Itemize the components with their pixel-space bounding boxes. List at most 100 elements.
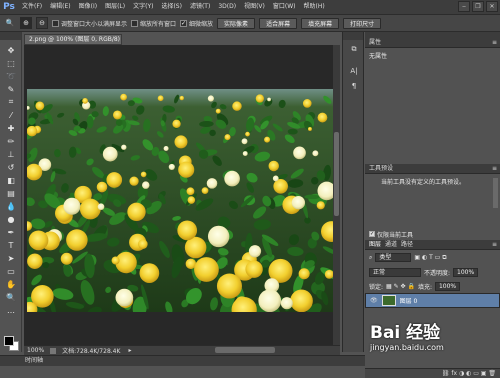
dodge-tool-icon[interactable]: ● (4, 213, 18, 225)
layer-row[interactable]: 👁 图层 0 (365, 293, 500, 308)
brush-tool-icon[interactable]: ✏ (4, 135, 18, 147)
fit-screen-button[interactable]: 适合屏幕 (259, 17, 298, 29)
menu-bar: Ps 文件(F) 编辑(E) 图像(I) 图层(L) 文字(Y) 选择(S) 滤镜(T) 3D… (0, 0, 500, 14)
menu-item[interactable]: 文字(Y) (129, 0, 157, 14)
foreground-color-swatch[interactable] (4, 336, 14, 346)
crop-tool-icon[interactable]: ⌗ (4, 96, 18, 108)
panel-menu-icon[interactable]: ≡ (492, 38, 497, 47)
layer-name[interactable]: 图层 0 (400, 296, 418, 305)
fill-input[interactable]: 100% (434, 281, 461, 291)
resize-windows-checkbox[interactable]: 调整窗口大小以满屏显示 (52, 19, 127, 28)
zoom-tool-preset-icon[interactable]: 🔍 (4, 17, 16, 29)
shape-tool-icon[interactable]: ▭ (4, 265, 18, 277)
pen-tool-icon[interactable]: ✒ (4, 226, 18, 238)
vertical-scrollbar-thumb[interactable] (334, 132, 339, 216)
blend-mode-select[interactable]: 正常 (369, 267, 421, 277)
minimize-button[interactable]: ‒ (458, 1, 470, 12)
visibility-eye-icon[interactable]: 👁 (370, 297, 378, 304)
layer-filter-row: ⌕ 类型 ▣ ◐ T ▭ ⧉ (365, 250, 500, 265)
rose-garden-photo (27, 89, 334, 312)
menu-item[interactable]: 选择(S) (157, 0, 186, 14)
horizontal-scrollbar-thumb[interactable] (215, 347, 275, 353)
tool-presets-body: 当前工具没有定义的工具预设。 (365, 174, 500, 230)
zoom-in-icon[interactable]: ⊕ (20, 17, 32, 29)
document-size[interactable]: 文档:728.4K/728.4K (62, 346, 120, 355)
menu-item[interactable]: 窗口(W) (269, 0, 300, 14)
eyedropper-tool-icon[interactable]: ⁄ (4, 109, 18, 121)
rose (179, 95, 184, 101)
status-menu-arrow-icon[interactable]: ▸ (128, 347, 131, 354)
zoom-all-windows-checkbox[interactable]: 缩放所有窗口 (131, 19, 176, 28)
lasso-tool-icon[interactable]: ➰ (4, 70, 18, 82)
presets-scrollbar[interactable] (493, 178, 498, 208)
collapsed-panel-strip: ⧉ A| ¶ (342, 32, 364, 352)
actual-pixels-button[interactable]: 实际像素 (217, 17, 256, 29)
rose (168, 163, 175, 170)
menu-item[interactable]: 图像(I) (75, 0, 101, 14)
layer-filter-select[interactable]: 类型 (375, 253, 412, 262)
menu-item[interactable]: 帮助(H) (300, 0, 329, 14)
zoom-level[interactable]: 100% (27, 347, 44, 354)
filter-icons[interactable]: ▣ ◐ T ▭ ⧉ (414, 254, 446, 262)
history-brush-icon[interactable]: ↺ (4, 161, 18, 173)
rose (127, 202, 146, 222)
clone-stamp-icon[interactable]: ⊥ (4, 148, 18, 160)
layers-footer-icons[interactable]: ⛓ fx ◑ ◐ ▭ ▣ 🗑 (365, 368, 500, 378)
layers-tab[interactable]: 图层 (369, 240, 381, 249)
rose (248, 245, 262, 258)
zoom-out-icon[interactable]: ⊖ (36, 17, 48, 29)
rose (206, 178, 218, 189)
rose (312, 150, 319, 157)
rose (268, 160, 279, 172)
properties-tab[interactable]: 属性 (369, 39, 381, 46)
rose (224, 134, 231, 141)
eraser-tool-icon[interactable]: ◧ (4, 174, 18, 186)
rose (298, 268, 310, 280)
current-tool-only-checkbox[interactable]: ✓ (369, 231, 375, 237)
close-button[interactable]: ✕ (486, 1, 498, 12)
zoom-tool-icon[interactable]: 🔍 (4, 291, 18, 303)
quick-select-tool-icon[interactable]: ✎ (4, 83, 18, 95)
menu-item[interactable]: 图层(L) (101, 0, 129, 14)
rose (280, 297, 293, 310)
tool-presets-panel-header: 工具预设 ≡ (365, 164, 500, 174)
menu-item[interactable]: 文件(F) (18, 0, 46, 14)
move-tool-icon[interactable]: ✥ (4, 44, 18, 56)
rose (308, 126, 312, 131)
tool-presets-tab[interactable]: 工具预设 (369, 165, 393, 172)
opacity-input[interactable]: 100% (453, 267, 479, 277)
menu-item[interactable]: 滤镜(T) (186, 0, 214, 14)
lock-icons[interactable]: ▦ ✎ ✥ 🔒 (386, 283, 415, 290)
layer-thumbnail (381, 295, 396, 306)
rose (120, 93, 127, 101)
menu-item[interactable]: 视图(V) (240, 0, 269, 14)
menu-item[interactable]: 编辑(E) (46, 0, 74, 14)
leaf (86, 115, 94, 129)
extra-tools-icon[interactable]: … (4, 304, 18, 316)
paragraph-panel-icon[interactable]: ¶ (347, 80, 361, 92)
rose (316, 201, 325, 210)
restore-button[interactable]: ❐ (472, 1, 484, 12)
character-panel-icon[interactable]: A| (347, 65, 361, 77)
type-tool-icon[interactable]: T (4, 239, 18, 251)
path-select-icon[interactable]: ➤ (4, 252, 18, 264)
rose (232, 101, 242, 111)
fill-screen-button[interactable]: 填充屏幕 (301, 17, 340, 29)
rose (174, 135, 188, 149)
print-size-button[interactable]: 打印尺寸 (343, 17, 382, 29)
channels-tab[interactable]: 通道 (385, 240, 397, 249)
marquee-tool-icon[interactable]: ⬚ (4, 57, 18, 69)
document-tab[interactable]: 2.png @ 100% (图层 0, RGB/8) (24, 34, 122, 45)
panel-menu-icon[interactable]: ≡ (492, 240, 497, 249)
rose (172, 119, 181, 128)
gradient-tool-icon[interactable]: ▤ (4, 187, 18, 199)
history-panel-icon[interactable]: ⧉ (347, 43, 361, 55)
paths-tab[interactable]: 路径 (401, 240, 413, 249)
panel-menu-icon[interactable]: ≡ (492, 164, 497, 173)
hand-tool-icon[interactable]: ✋ (4, 278, 18, 290)
blur-tool-icon[interactable]: 💧 (4, 200, 18, 212)
healing-brush-icon[interactable]: ✚ (4, 122, 18, 134)
menu-item[interactable]: 3D(D) (214, 0, 240, 14)
scrubby-zoom-checkbox[interactable]: ✓ 细微缩放 (180, 19, 213, 28)
rose (82, 98, 88, 104)
